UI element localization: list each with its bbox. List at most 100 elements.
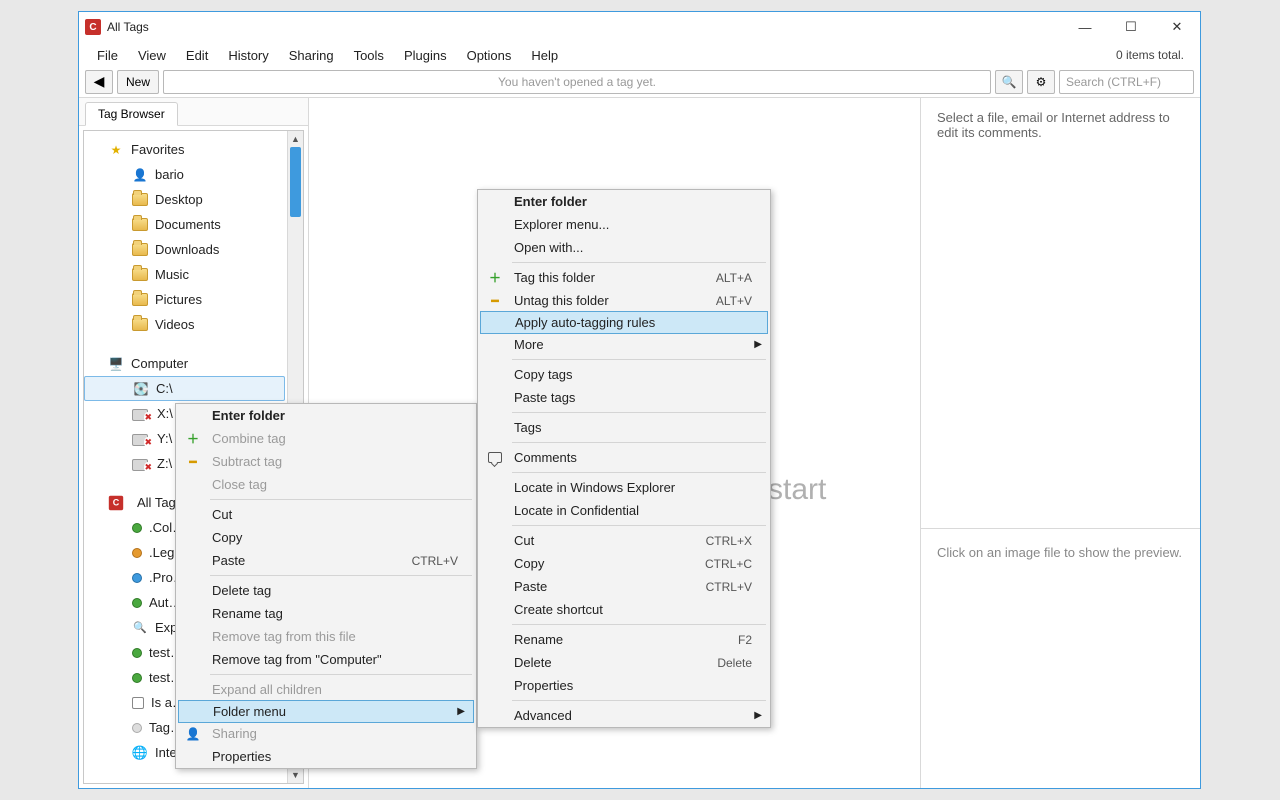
ctx2-delete[interactable]: DeleteDelete [478, 651, 770, 674]
ctx-subtract-tag[interactable]: ━Subtract tag [176, 450, 476, 473]
node-documents[interactable]: Documents [84, 212, 303, 237]
scroll-up-icon[interactable]: ▲ [288, 131, 303, 147]
node-favorites[interactable]: ★Favorites [84, 137, 303, 162]
ctx2-tags[interactable]: Tags [478, 416, 770, 439]
ctx2-locate-confidential[interactable]: Locate in Confidential [478, 499, 770, 522]
tab-tag-browser[interactable]: Tag Browser [85, 102, 178, 126]
ctx2-properties[interactable]: Properties [478, 674, 770, 697]
chevron-right-icon: ▶ [457, 706, 465, 717]
ctx2-comments[interactable]: Comments [478, 446, 770, 469]
node-pictures[interactable]: Pictures [84, 287, 303, 312]
ctx-paste[interactable]: PasteCTRL+V [176, 549, 476, 572]
tag-dot-icon [132, 648, 142, 658]
right-pane: Select a file, email or Internet address… [920, 98, 1200, 788]
plus-icon: ＋ [184, 430, 202, 447]
menu-tools[interactable]: Tools [344, 45, 394, 66]
ctx2-advanced[interactable]: Advanced▶ [478, 704, 770, 727]
ctx2-locate-explorer[interactable]: Locate in Windows Explorer [478, 476, 770, 499]
menu-file[interactable]: File [87, 45, 128, 66]
ctx-combine-tag[interactable]: ＋Combine tag [176, 427, 476, 450]
zoom-button[interactable]: 🔍 [995, 70, 1023, 94]
ctx-delete-tag[interactable]: Delete tag [176, 579, 476, 602]
ctx2-more[interactable]: More▶ [478, 333, 770, 356]
menu-plugins[interactable]: Plugins [394, 45, 457, 66]
ctx-expand-children[interactable]: Expand all children [176, 678, 476, 701]
ctx2-untag-folder[interactable]: ━Untag this folderALT+V [478, 289, 770, 312]
comment-icon [486, 452, 504, 463]
tag-dot-icon [132, 523, 142, 533]
ctx2-cut[interactable]: CutCTRL+X [478, 529, 770, 552]
menu-view[interactable]: View [128, 45, 176, 66]
ctx2-open-with[interactable]: Open with... [478, 236, 770, 259]
menubar: File View Edit History Sharing Tools Plu… [79, 42, 1200, 68]
ctx-enter-folder[interactable]: Enter folder [176, 404, 476, 427]
ctx2-enter-folder[interactable]: Enter folder [478, 190, 770, 213]
drive-offline-icon [132, 432, 150, 446]
chevron-right-icon: ▶ [754, 339, 762, 350]
maximize-button[interactable]: ☐ [1108, 12, 1154, 42]
app-icon: C [109, 495, 123, 509]
search-input[interactable]: Search (CTRL+F) [1059, 70, 1194, 94]
folder-icon [132, 193, 148, 206]
computer-icon: 🖥️ [108, 356, 124, 372]
ctx-rename-tag[interactable]: Rename tag [176, 602, 476, 625]
titlebar: C All Tags — ☐ ✕ [79, 12, 1200, 42]
tag-dot-icon [132, 573, 142, 583]
ctx2-tag-folder[interactable]: ＋Tag this folderALT+A [478, 266, 770, 289]
window-title: All Tags [107, 20, 1062, 34]
ctx-sharing[interactable]: 👤Sharing [176, 722, 476, 745]
tag-dot-icon [132, 673, 142, 683]
folder-icon [132, 268, 148, 281]
ctx-folder-menu[interactable]: Folder menu▶ [178, 700, 474, 723]
drive-offline-icon [132, 407, 150, 421]
node-videos[interactable]: Videos [84, 312, 303, 337]
chevron-right-icon: ▶ [754, 710, 762, 721]
ctx-remove-from-computer[interactable]: Remove tag from "Computer" [176, 648, 476, 671]
checkbox-icon [132, 697, 144, 709]
context-menu-tag: Enter folder ＋Combine tag ━Subtract tag … [175, 403, 477, 769]
ctx2-paste-tags[interactable]: Paste tags [478, 386, 770, 409]
ctx2-shortcut[interactable]: Create shortcut [478, 598, 770, 621]
folder-icon [132, 218, 148, 231]
plus-icon: ＋ [486, 269, 504, 286]
minimize-button[interactable]: — [1062, 12, 1108, 42]
tag-dot-icon [132, 723, 142, 733]
ctx2-copy-tags[interactable]: Copy tags [478, 363, 770, 386]
ctx2-copy[interactable]: CopyCTRL+C [478, 552, 770, 575]
menu-sharing[interactable]: Sharing [279, 45, 344, 66]
user-icon: 👤 [132, 167, 148, 183]
scroll-down-icon[interactable]: ▼ [288, 767, 303, 783]
context-menu-folder: Enter folder Explorer menu... Open with.… [477, 189, 771, 728]
node-downloads[interactable]: Downloads [84, 237, 303, 262]
menu-help[interactable]: Help [521, 45, 568, 66]
minus-icon: ━ [184, 455, 202, 469]
ctx-close-tag[interactable]: Close tag [176, 473, 476, 496]
address-bar[interactable]: You haven't opened a tag yet. [163, 70, 991, 94]
ctx2-apply-auto-tagging[interactable]: Apply auto-tagging rules [480, 311, 768, 334]
menu-history[interactable]: History [218, 45, 278, 66]
items-total-label: 0 items total. [1116, 48, 1192, 62]
ctx-properties[interactable]: Properties [176, 745, 476, 768]
menu-edit[interactable]: Edit [176, 45, 218, 66]
ctx2-paste[interactable]: PasteCTRL+V [478, 575, 770, 598]
node-computer[interactable]: 🖥️Computer [84, 351, 303, 376]
new-button[interactable]: New [117, 70, 159, 94]
ctx-remove-from-file[interactable]: Remove tag from this file [176, 625, 476, 648]
node-desktop[interactable]: Desktop [84, 187, 303, 212]
app-icon: C [85, 19, 101, 35]
settings-button[interactable] [1027, 70, 1055, 94]
ctx2-rename[interactable]: RenameF2 [478, 628, 770, 651]
node-bario[interactable]: 👤bario [84, 162, 303, 187]
menu-options[interactable]: Options [457, 45, 522, 66]
drive-offline-icon [132, 457, 150, 471]
back-button[interactable]: ◀ [85, 70, 113, 94]
ctx-cut[interactable]: Cut [176, 503, 476, 526]
node-drive-c[interactable]: 💽C:\ [84, 376, 285, 401]
scroll-thumb[interactable] [290, 147, 301, 217]
close-button[interactable]: ✕ [1154, 12, 1200, 42]
ctx-copy[interactable]: Copy [176, 526, 476, 549]
globe-icon: 🌐 [132, 745, 148, 761]
node-music[interactable]: Music [84, 262, 303, 287]
ctx2-explorer-menu[interactable]: Explorer menu... [478, 213, 770, 236]
search-icon [132, 620, 148, 636]
